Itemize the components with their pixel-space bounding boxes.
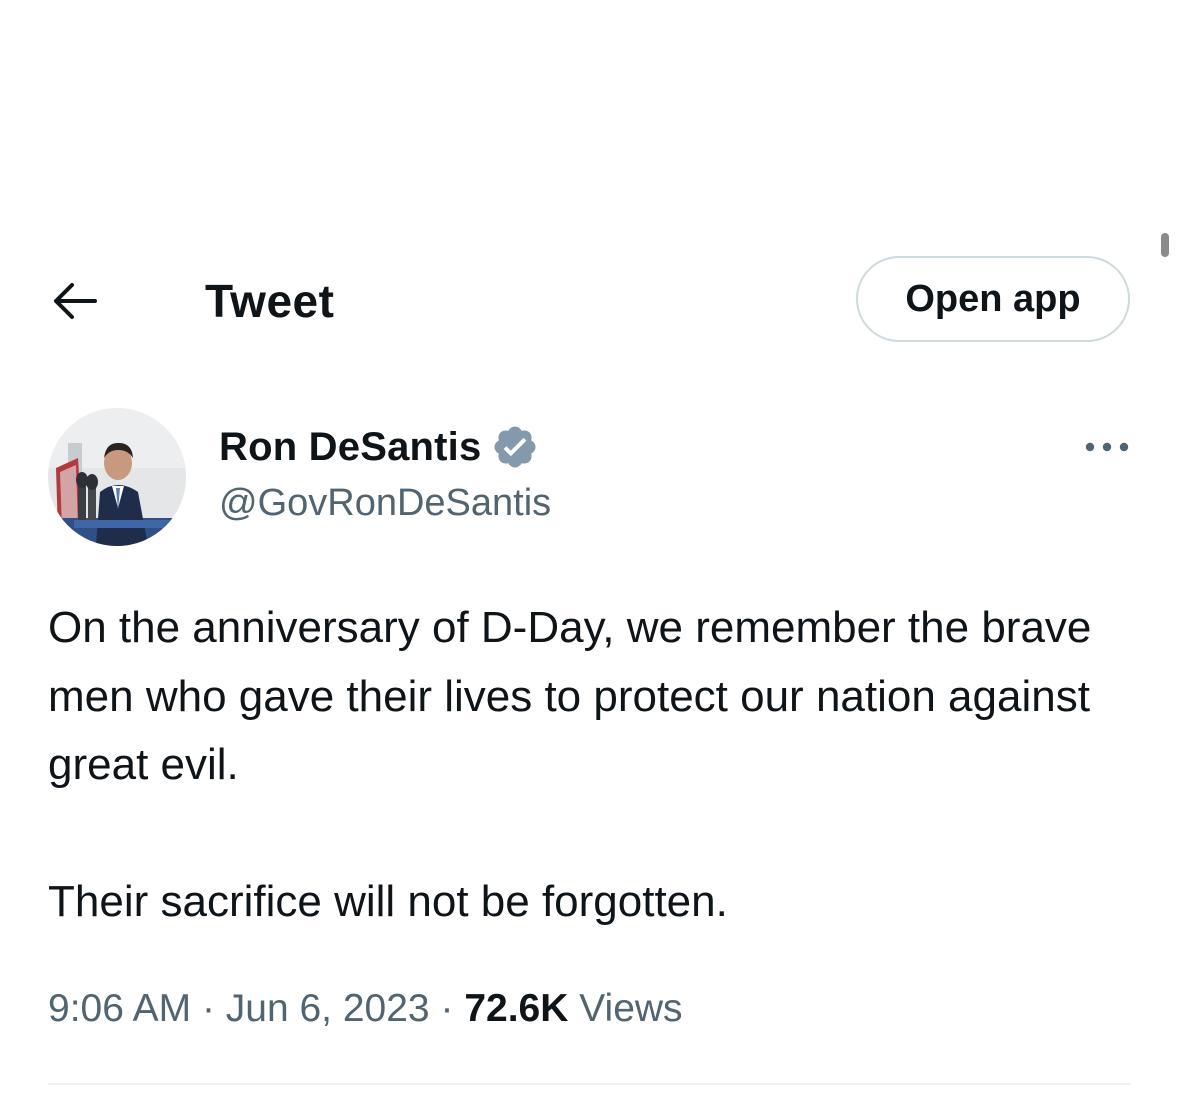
tweet-page: Tweet Open app Ron DeSantis @GovRonDeSan… <box>0 0 1179 1096</box>
tweet-text: On the anniversary of D-Day, we remember… <box>48 594 1138 936</box>
more-dots-icon <box>1085 442 1129 452</box>
avatar[interactable] <box>48 408 186 546</box>
author-handle[interactable]: @GovRonDeSantis <box>219 478 551 528</box>
meta-separator: · <box>440 987 454 1030</box>
tweet-paragraph: On the anniversary of D-Day, we remember… <box>48 603 1092 789</box>
arrow-left-icon <box>54 283 97 319</box>
tweet-paragraph: Their sacrifice will not be forgotten. <box>48 876 728 926</box>
author-display-name[interactable]: Ron DeSantis <box>219 425 481 470</box>
more-options-button[interactable] <box>1076 425 1138 469</box>
scroll-indicator[interactable] <box>1161 233 1169 257</box>
back-button[interactable] <box>44 276 104 326</box>
page-title: Tweet <box>205 275 335 327</box>
views-label[interactable]: Views <box>579 987 682 1030</box>
avatar-photo <box>48 408 186 546</box>
verified-badge-icon[interactable] <box>491 423 539 471</box>
divider <box>48 1083 1131 1085</box>
tweet-time[interactable]: 9:06 AM <box>48 987 191 1030</box>
views-count[interactable]: 72.6K <box>464 987 568 1030</box>
tweet-metadata: 9:06 AM · Jun 6, 2023 · 72.6K Views <box>48 984 683 1034</box>
tweet-date[interactable]: Jun 6, 2023 <box>226 987 430 1030</box>
author-name-row[interactable]: Ron DeSantis <box>219 422 539 472</box>
open-app-button[interactable]: Open app <box>856 256 1130 342</box>
meta-separator: · <box>201 987 215 1030</box>
